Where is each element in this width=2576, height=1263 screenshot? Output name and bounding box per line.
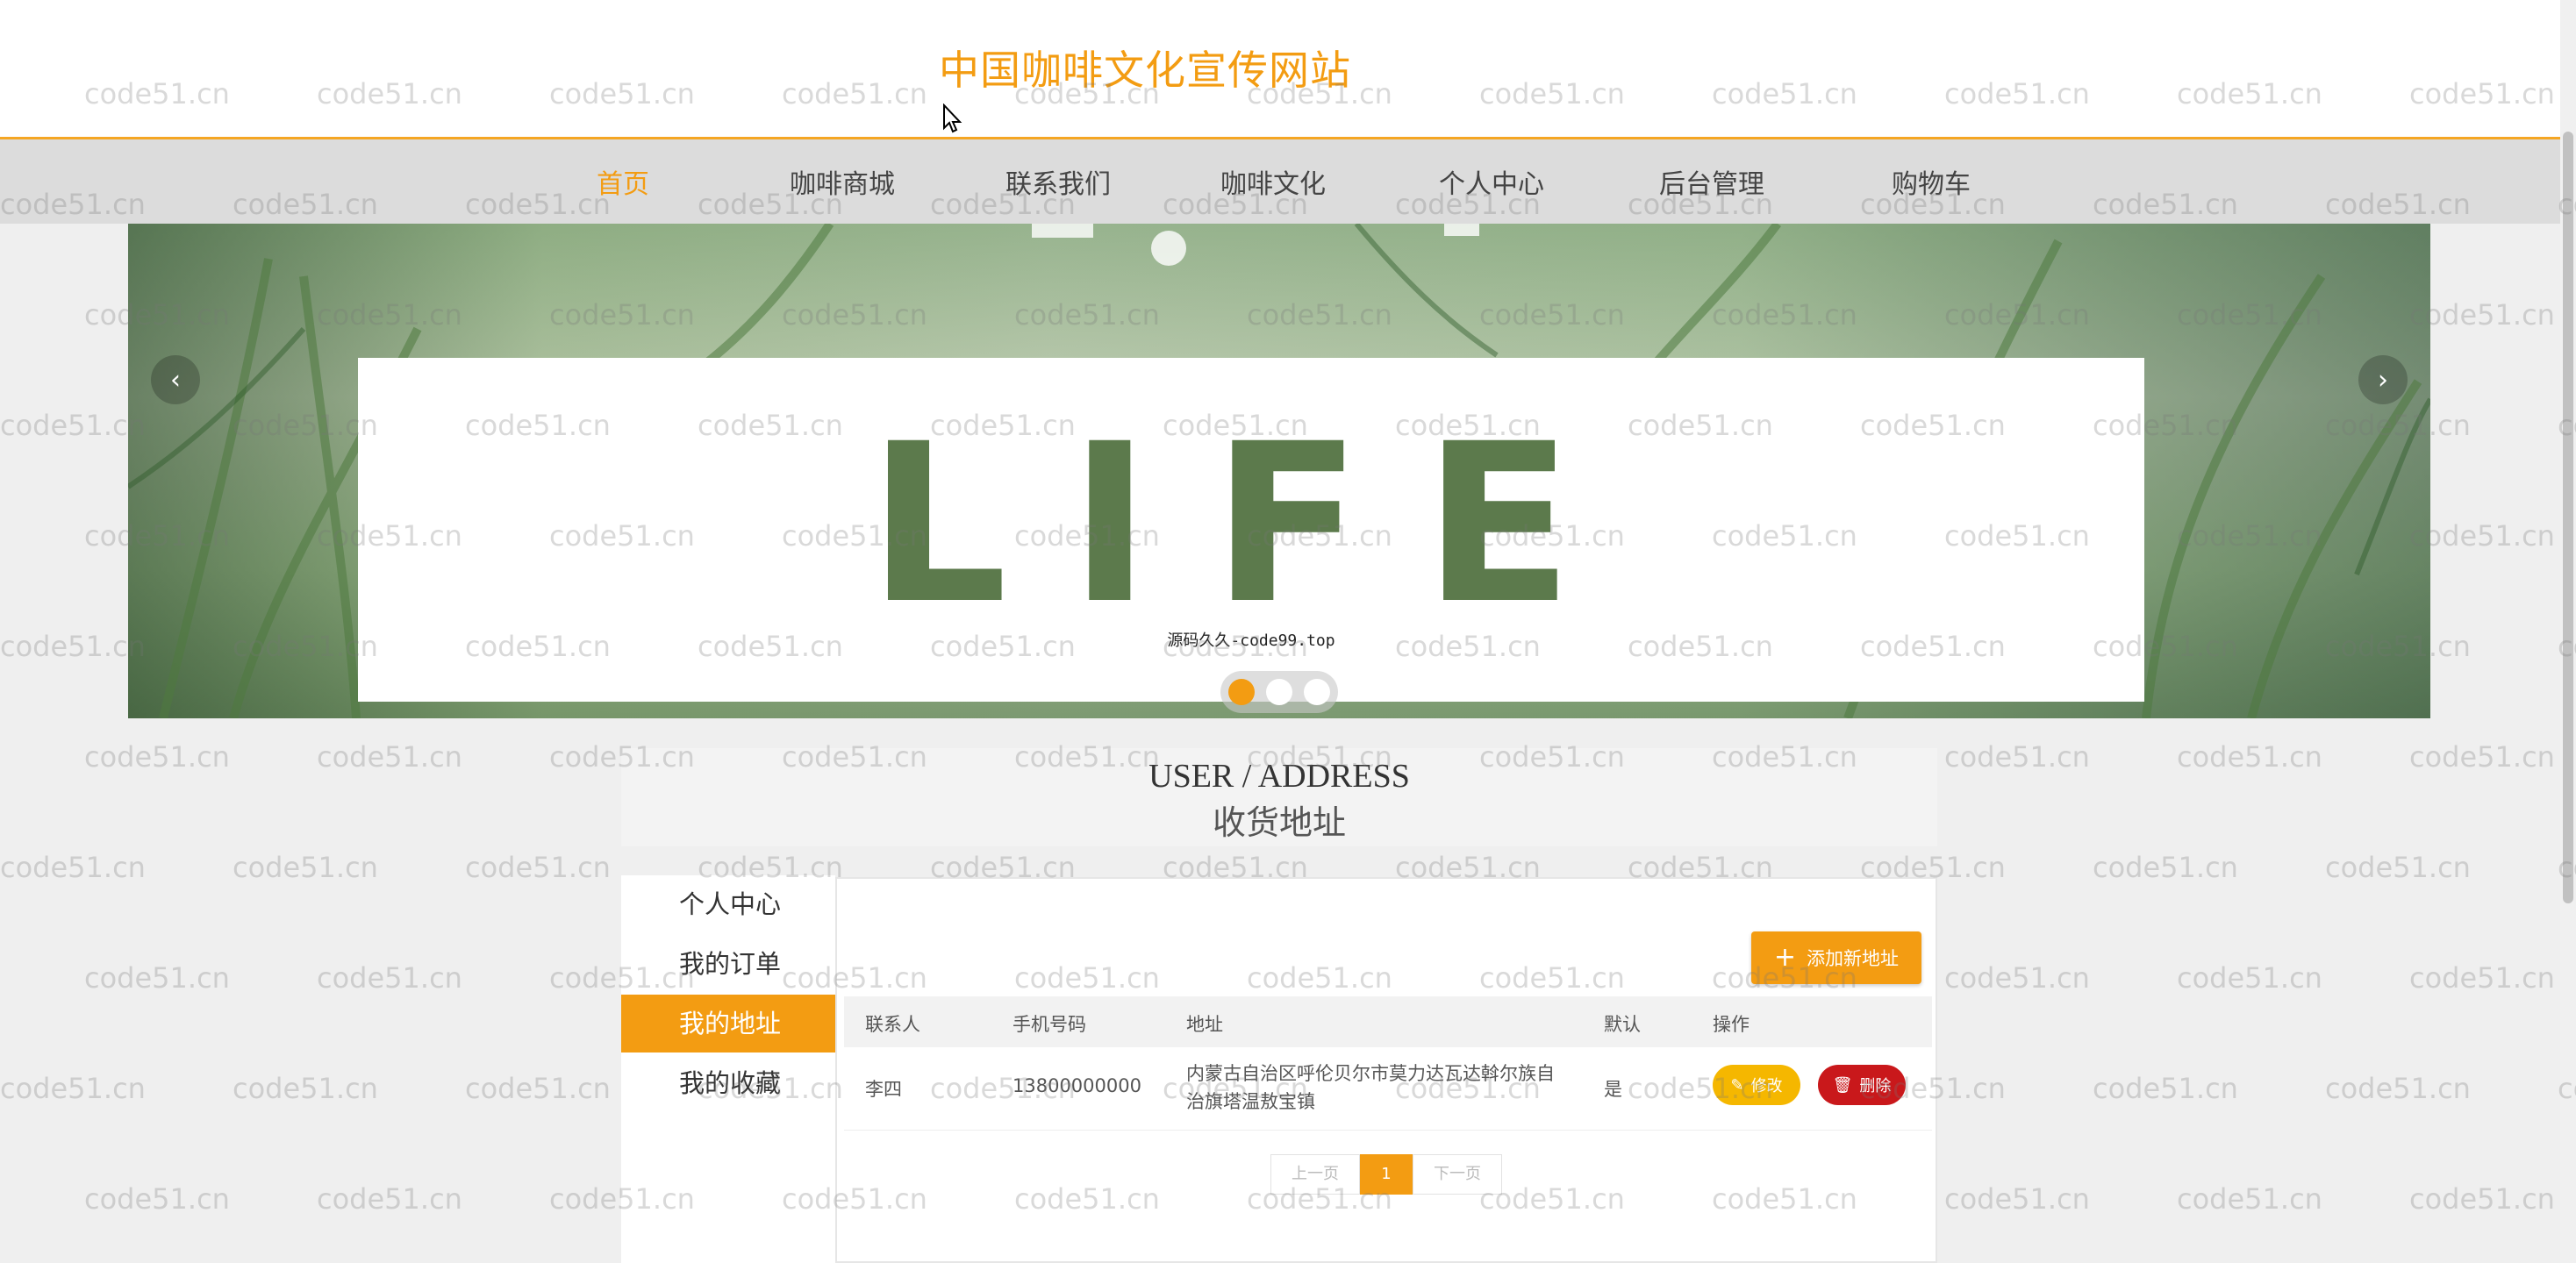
delete-label: 删除 [1859, 1077, 1892, 1095]
nav-coffee-shop[interactable]: 咖啡商城 [790, 162, 895, 201]
section-title: USER / ADDRESS 收货地址 [621, 748, 1937, 846]
carousel-prev-button[interactable]: ‹ [151, 355, 200, 404]
watermark-text: code51.cn [2177, 961, 2322, 995]
watermark-text: code51.cn [2177, 1182, 2322, 1216]
chevron-left-icon: ‹ [170, 364, 181, 396]
col-default: 默认 [1604, 1014, 1641, 1035]
pencil-icon: ✎ [1730, 1075, 1744, 1095]
delete-button[interactable]: 🗑 删除 [1818, 1065, 1906, 1105]
watermark-text: code51.cn [2409, 298, 2555, 332]
col-phone: 手机号码 [1013, 1014, 1086, 1035]
watermark-text: code51.cn [465, 851, 611, 884]
watermark-text: code51.cn [317, 961, 462, 995]
watermark-text: code51.cn [84, 1182, 230, 1216]
nav-cart[interactable]: 购物车 [1892, 162, 1971, 201]
side-item-my-orders[interactable]: 我的订单 [621, 935, 835, 993]
watermark-text: code51.cn [0, 851, 146, 884]
plus-icon: + [1773, 942, 1797, 973]
nav-personal-center[interactable]: 个人中心 [1439, 162, 1544, 201]
pager-next[interactable]: 下一页 [1413, 1154, 1502, 1195]
watermark-text: code51.cn [84, 740, 230, 774]
site-title: 中国咖啡文化宣传网站 [939, 46, 1351, 94]
banner-carousel: LIFE 源码久久-code99.top ‹ › [128, 224, 2430, 718]
watermark-text: code51.cn [0, 1072, 146, 1105]
banner-big-text: LIFE [868, 396, 1635, 652]
add-address-button[interactable]: + 添加新地址 [1751, 931, 1921, 984]
address-panel: + 添加新地址 联系人 手机号码 地址 默认 操作 李四 13800000000… [835, 877, 1937, 1263]
watermark-text: code51.cn [2093, 1072, 2238, 1105]
watermark-text: code51.cn [2325, 1072, 2471, 1105]
col-actions: 操作 [1713, 1014, 1750, 1035]
pager-current[interactable]: 1 [1360, 1154, 1413, 1195]
watermark-text: code51.cn [1944, 961, 2090, 995]
watermark-text: code51.cn [317, 740, 462, 774]
watermark-text: code51.cn [2409, 1182, 2555, 1216]
nav-coffee-culture[interactable]: 咖啡文化 [1220, 162, 1326, 201]
cell-address-line2: 治旗塔温敖宝镇 [1186, 1091, 1315, 1112]
watermark-text: code51.cn [2093, 851, 2238, 884]
banner-caption: 源码久久-code99.top [1167, 632, 1335, 650]
pager-prev[interactable]: 上一页 [1270, 1154, 1360, 1195]
carousel-indicators [1220, 671, 1338, 713]
cell-address-line1: 内蒙古自治区呼伦贝尔市莫力达瓦达斡尔族自 [1186, 1063, 1555, 1084]
carousel-dot-1[interactable] [1228, 679, 1255, 705]
side-item-my-address[interactable]: 我的地址 [621, 995, 835, 1052]
watermark-text: code51.cn [2409, 519, 2555, 553]
banner-card: LIFE 源码久久-code99.top [358, 358, 2144, 702]
watermark-text: code51.cn [317, 1182, 462, 1216]
scrollbar-thumb[interactable] [2563, 132, 2573, 903]
edit-label: 修改 [1750, 1077, 1783, 1095]
site-header: 中国咖啡文化宣传网站 [0, 0, 2560, 139]
section-title-en: USER / ADDRESS [1148, 758, 1410, 795]
col-contact: 联系人 [865, 1014, 920, 1035]
watermark-text: code51.cn [1944, 1182, 2090, 1216]
nav-contact-us[interactable]: 联系我们 [1005, 162, 1111, 201]
watermark-text: code51.cn [0, 409, 146, 442]
watermark-text: code51.cn [0, 630, 146, 663]
carousel-next-button[interactable]: › [2358, 355, 2408, 404]
trash-icon: 🗑 [1832, 1075, 1853, 1095]
carousel-dot-3[interactable] [1304, 679, 1330, 705]
watermark-text: code51.cn [233, 851, 378, 884]
page-scrollbar[interactable] [2560, 0, 2576, 1263]
nav-admin[interactable]: 后台管理 [1659, 162, 1764, 201]
watermark-text: code51.cn [233, 1072, 378, 1105]
cell-default: 是 [1604, 1079, 1622, 1100]
add-address-label: 添加新地址 [1807, 948, 1900, 969]
cell-phone: 13800000000 [1013, 1075, 1141, 1096]
col-address: 地址 [1186, 1014, 1223, 1035]
main-nav: 首页 咖啡商城 联系我们 咖啡文化 个人中心 后台管理 购物车 [0, 139, 2560, 224]
section-title-zh: 收货地址 [1212, 803, 1346, 842]
side-item-my-favorites[interactable]: 我的收藏 [621, 1054, 835, 1112]
user-side-menu: 个人中心 我的订单 我的地址 我的收藏 [621, 875, 835, 1263]
carousel-dot-2[interactable] [1266, 679, 1292, 705]
edit-button[interactable]: ✎ 修改 [1713, 1065, 1800, 1105]
watermark-text: code51.cn [2177, 740, 2322, 774]
side-item-personal-center[interactable]: 个人中心 [621, 875, 835, 933]
nav-home[interactable]: 首页 [597, 162, 649, 201]
chevron-right-icon: › [2378, 364, 2388, 396]
watermark-text: code51.cn [1944, 740, 2090, 774]
watermark-text: code51.cn [2409, 961, 2555, 995]
watermark-text: code51.cn [2409, 740, 2555, 774]
table-row: 李四 13800000000 内蒙古自治区呼伦贝尔市莫力达瓦达斡尔族自 治旗塔温… [844, 1047, 1932, 1131]
address-table-header: 联系人 手机号码 地址 默认 操作 [844, 996, 1932, 1047]
watermark-text: code51.cn [84, 961, 230, 995]
watermark-text: code51.cn [2325, 851, 2471, 884]
watermark-text: code51.cn [465, 1072, 611, 1105]
cell-contact: 李四 [865, 1079, 902, 1100]
